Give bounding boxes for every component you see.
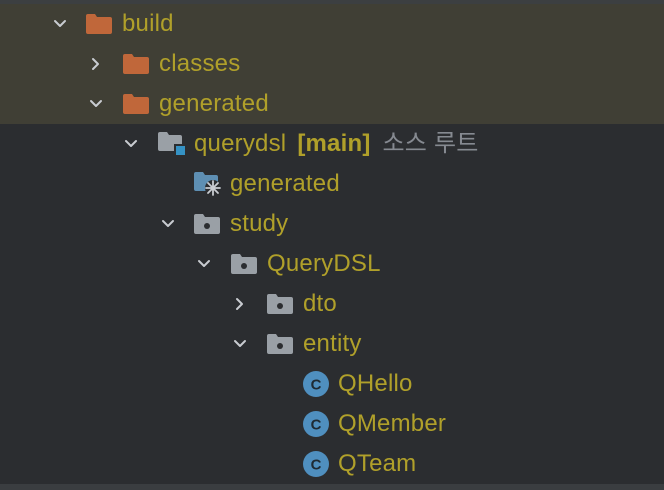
- tree-label-build: build: [122, 10, 174, 37]
- tree-row-dto[interactable]: dto: [0, 284, 664, 324]
- tree-row-class[interactable]: C QTeam: [0, 444, 664, 484]
- chevron-right-icon[interactable]: [86, 54, 106, 74]
- folder-icon: [122, 52, 152, 76]
- package-icon: [193, 212, 223, 236]
- chevron-down-icon[interactable]: [121, 134, 141, 154]
- chevron-down-icon[interactable]: [230, 334, 250, 354]
- module-label: [main]: [297, 130, 371, 157]
- class-c-icon: C: [302, 451, 332, 477]
- tree-row-querydsl-source-root[interactable]: querydsl [main] 소스 루트: [0, 124, 664, 164]
- source-root-suffix: 소스 루트: [382, 130, 479, 157]
- chevron-down-icon[interactable]: [86, 94, 106, 114]
- folder-icon: [85, 12, 115, 36]
- svg-text:C: C: [311, 377, 322, 394]
- tree-label-classes: classes: [159, 50, 241, 77]
- project-tree: build classes generated querydsl [main] …: [0, 4, 664, 484]
- tree-label-class: QHello: [338, 370, 413, 397]
- tree-label-study: study: [230, 210, 289, 237]
- chevron-down-icon[interactable]: [50, 14, 70, 34]
- tree-row-entity[interactable]: entity: [0, 324, 664, 364]
- tree-label-class: QTeam: [338, 450, 417, 477]
- package-icon: [266, 332, 296, 356]
- tree-row-classes[interactable]: classes: [0, 44, 664, 84]
- tree-label-querydsl-package: QueryDSL: [267, 250, 381, 277]
- generated-package-icon: [193, 172, 223, 196]
- source-root-folder-icon: [157, 132, 187, 156]
- tree-row-build[interactable]: build: [0, 4, 664, 44]
- tree-row-generated-package[interactable]: generated: [0, 164, 664, 204]
- folder-icon: [122, 92, 152, 116]
- tree-row-generated-folder[interactable]: generated: [0, 84, 664, 124]
- tree-label-querydsl: querydsl: [194, 130, 287, 157]
- chevron-down-icon[interactable]: [194, 254, 214, 274]
- tree-label-class: QMember: [338, 410, 447, 437]
- tree-row-class[interactable]: C QHello: [0, 364, 664, 404]
- class-c-icon: C: [302, 371, 332, 397]
- chevron-down-icon[interactable]: [158, 214, 178, 234]
- class-c-icon: C: [302, 411, 332, 437]
- package-icon: [230, 252, 260, 276]
- tree-label-generated-folder: generated: [159, 90, 269, 117]
- package-icon: [266, 292, 296, 316]
- tree-label-entity: entity: [303, 330, 362, 357]
- svg-text:C: C: [311, 457, 322, 474]
- bottom-border: [0, 484, 664, 490]
- tree-row-class[interactable]: C QMember: [0, 404, 664, 444]
- svg-text:C: C: [311, 417, 322, 434]
- tree-label-dto: dto: [303, 290, 337, 317]
- tree-row-querydsl-package[interactable]: QueryDSL: [0, 244, 664, 284]
- tree-label-generated-package: generated: [230, 170, 340, 197]
- tree-row-study[interactable]: study: [0, 204, 664, 244]
- chevron-right-icon[interactable]: [230, 294, 250, 314]
